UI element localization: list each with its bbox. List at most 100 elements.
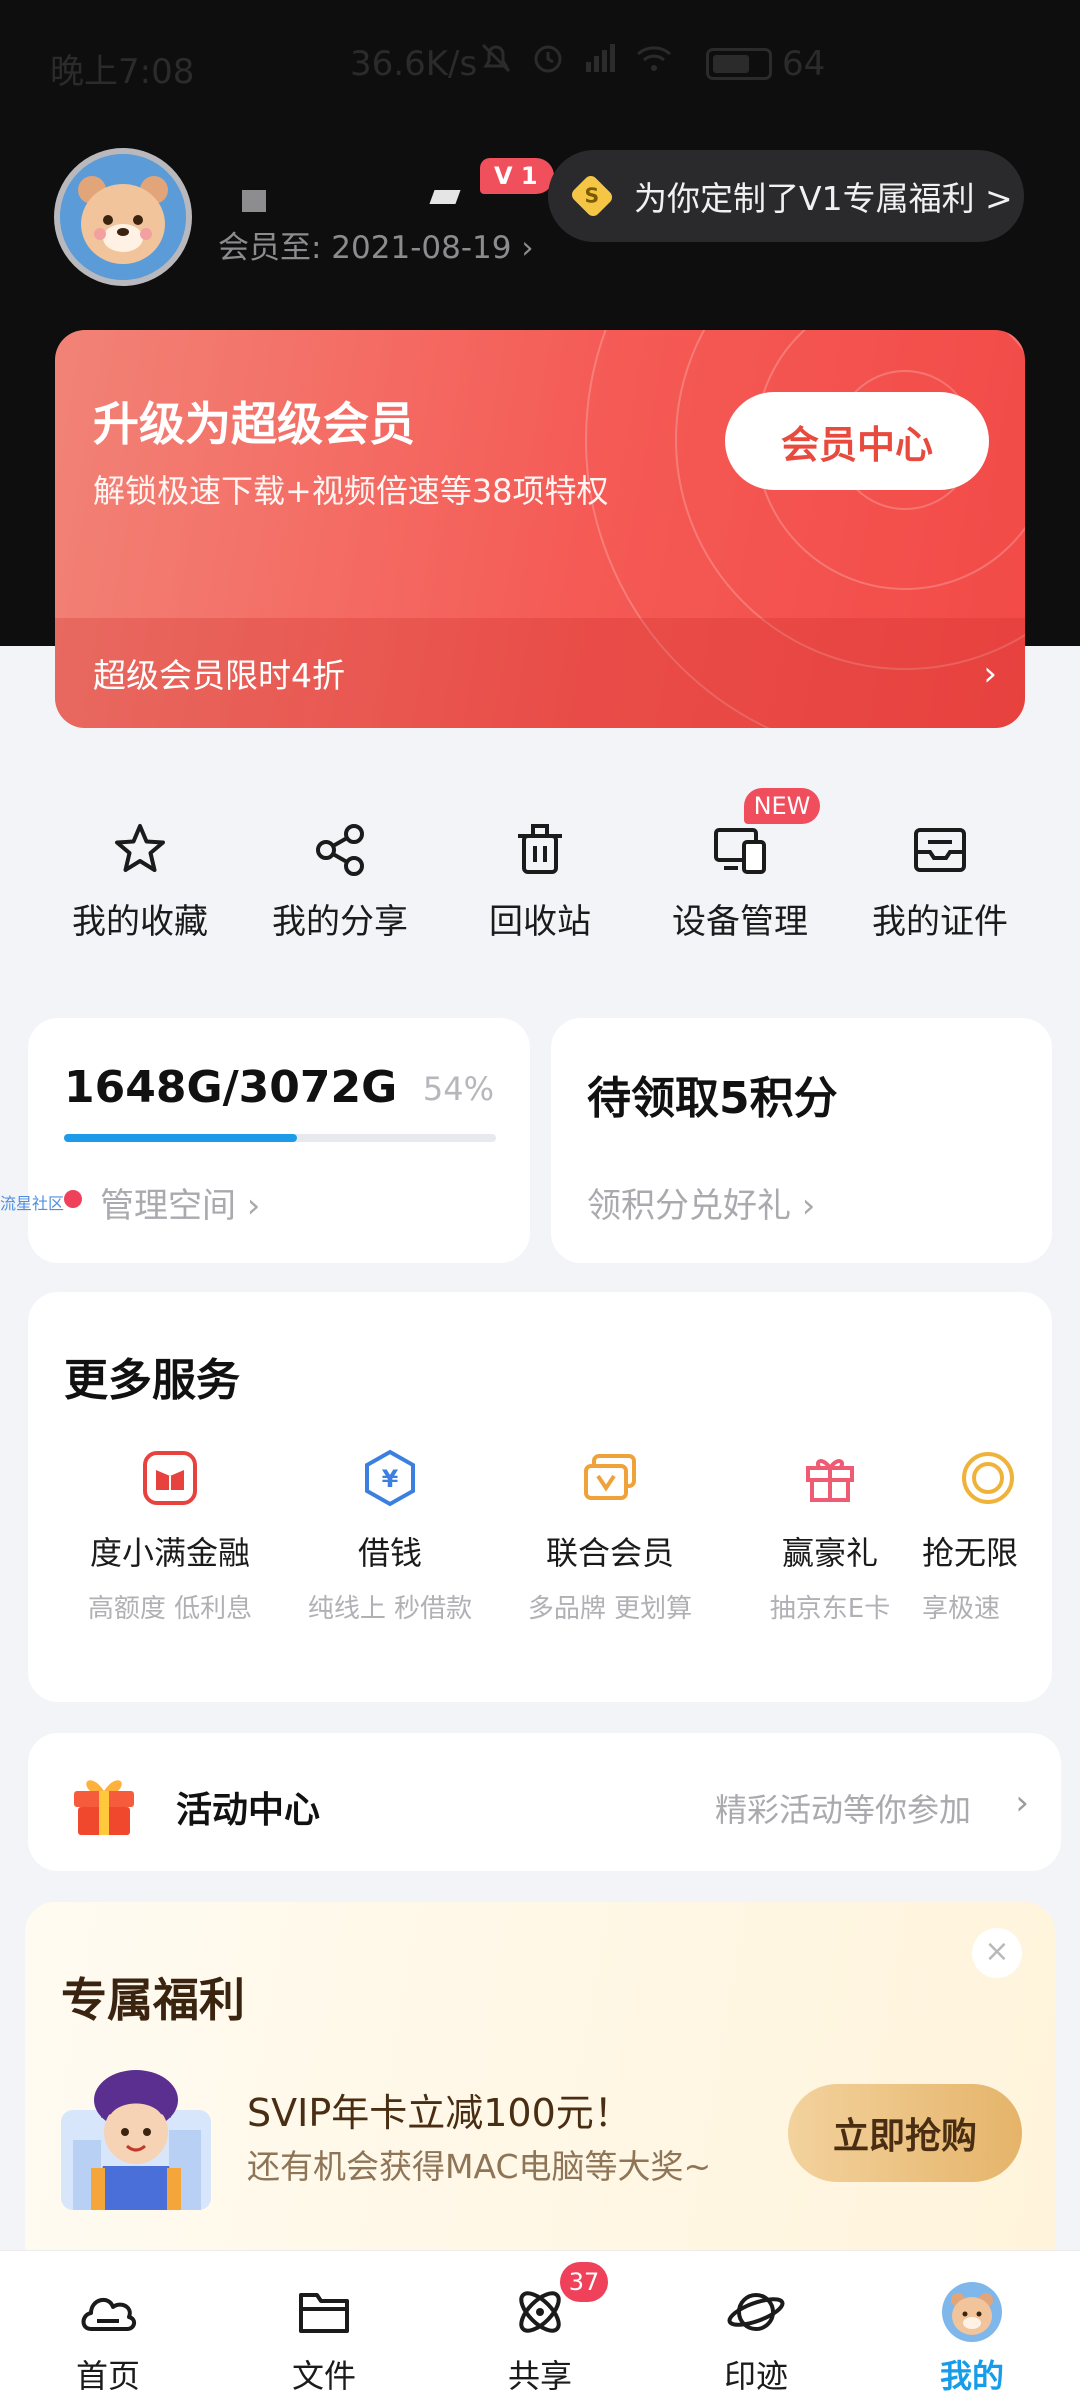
nav-tab-files[interactable]: 文件 bbox=[216, 2251, 432, 2397]
username-redacted-2 bbox=[429, 190, 461, 204]
nav-tab-mine[interactable]: 我的 bbox=[864, 2251, 1080, 2397]
benefit-headline: SVIP年卡立减100元！ bbox=[247, 2091, 632, 2135]
nav-label: 文件 bbox=[291, 2357, 356, 2395]
service-name: 抢无限 bbox=[922, 1534, 1019, 1572]
star-icon bbox=[115, 824, 165, 872]
svg-text:¥: ¥ bbox=[382, 1465, 399, 1493]
yen-hexagon-icon: ¥ bbox=[365, 1449, 415, 1507]
more-services-card: 更多服务 度小满金融 高额度 低利息 ¥ 借钱 纯线上 秒借款 联合会员 多品牌… bbox=[28, 1292, 1052, 1702]
gift-icon bbox=[806, 1459, 854, 1502]
username-redacted bbox=[242, 190, 266, 212]
status-time: 晚上7:08 bbox=[50, 52, 195, 92]
service-item[interactable]: ¥ 借钱 纯线上 秒借款 bbox=[280, 1448, 500, 1625]
vip-discount-bar[interactable]: 超级会员限时4折 › bbox=[55, 618, 1025, 728]
benefit-subline: 还有机会获得MAC电脑等大奖~ bbox=[247, 2147, 712, 2186]
service-desc: 享极速 bbox=[922, 1594, 1001, 1624]
speed-icon bbox=[962, 1452, 1014, 1504]
planet-icon bbox=[727, 2293, 785, 2331]
bottom-navigation: 首页 文件 共享 印迹 我的 bbox=[0, 2250, 1080, 2400]
activity-center-label: 活动中心 bbox=[176, 1790, 321, 1831]
quick-action-label: 设备管理 bbox=[672, 902, 808, 942]
nav-tab-share[interactable]: 共享 bbox=[432, 2251, 648, 2397]
nav-tab-home[interactable]: 首页 bbox=[0, 2251, 216, 2397]
nav-label: 我的 bbox=[939, 2357, 1004, 2395]
more-services-title: 更多服务 bbox=[64, 1355, 240, 1406]
redeem-points-link[interactable]: 领积分兑好礼 › bbox=[587, 1178, 815, 1227]
quick-actions: 我的收藏 我的分享 回收站 设备管理 我的证件 bbox=[0, 800, 1080, 960]
user-avatar[interactable] bbox=[54, 148, 192, 286]
super-vip-banner[interactable]: 升级为超级会员 解锁极速下载+视频倍速等38项特权 会员中心 超级会员限时4折 … bbox=[55, 330, 1025, 728]
quick-action-recycle-bin[interactable]: 回收站 bbox=[440, 800, 640, 943]
coin-icon: S bbox=[569, 173, 615, 219]
service-desc: 高额度 低利息 bbox=[87, 1594, 253, 1624]
quick-action-shares[interactable]: 我的分享 bbox=[240, 800, 440, 943]
service-item[interactable]: 抢无限 享极速 bbox=[906, 1448, 1052, 1625]
status-icons bbox=[478, 40, 674, 85]
quick-action-label: 我的分享 bbox=[272, 902, 408, 942]
nav-label: 共享 bbox=[507, 2357, 572, 2395]
vip-banner-title: 升级为超级会员 bbox=[93, 397, 415, 451]
chevron-right-icon: › bbox=[1015, 1783, 1029, 1823]
quick-action-label: 我的收藏 bbox=[72, 902, 208, 942]
storage-progress-fill bbox=[64, 1134, 298, 1142]
signal-icon bbox=[582, 40, 618, 85]
nav-tab-traces[interactable]: 印迹 bbox=[648, 2251, 864, 2397]
bear-avatar-icon bbox=[942, 2282, 1002, 2342]
nav-label: 印迹 bbox=[723, 2357, 788, 2395]
share-nodes-icon bbox=[316, 824, 364, 876]
quick-action-label: 回收站 bbox=[489, 902, 591, 942]
folder-icon bbox=[299, 2293, 349, 2333]
service-item[interactable]: 联合会员 多品牌 更划算 bbox=[500, 1448, 720, 1625]
storage-progress-bar bbox=[64, 1134, 496, 1142]
quick-action-favorites[interactable]: 我的收藏 bbox=[40, 800, 240, 943]
watermark-text: 流星社区 bbox=[0, 1194, 65, 1213]
service-desc: 纯线上 秒借款 bbox=[307, 1594, 473, 1624]
nav-label: 首页 bbox=[75, 2357, 140, 2395]
points-title: 待领取5积分 bbox=[587, 1073, 838, 1124]
mute-icon bbox=[478, 40, 514, 85]
service-name: 借钱 bbox=[357, 1534, 422, 1572]
custom-benefit-text: 为你定制了V1专属福利 > bbox=[634, 179, 1013, 218]
battery-icon bbox=[706, 48, 772, 80]
wallet-red-icon bbox=[143, 1451, 197, 1505]
member-center-button[interactable]: 会员中心 bbox=[725, 392, 989, 490]
close-icon[interactable]: × bbox=[972, 1928, 1022, 1978]
custom-benefit-pill[interactable]: S 为你定制了V1专属福利 > bbox=[548, 150, 1024, 242]
storage-percent: 54% bbox=[422, 1070, 494, 1108]
alarm-icon bbox=[530, 40, 566, 85]
service-name: 度小满金融 bbox=[89, 1534, 250, 1572]
new-badge: NEW bbox=[744, 788, 820, 824]
status-bar: 晚上7:08 36.6K/s 64 bbox=[0, 0, 1080, 120]
vip-level-badge[interactable]: V 1 bbox=[480, 158, 554, 194]
service-name: 联合会员 bbox=[545, 1534, 674, 1572]
bear-avatar-icon bbox=[60, 154, 186, 280]
trash-icon bbox=[518, 824, 562, 874]
activity-center-row[interactable]: 活动中心 精彩活动等你参加 › bbox=[28, 1733, 1061, 1871]
status-network-speed: 36.6K/s bbox=[350, 44, 478, 84]
vip-banner-subtitle: 解锁极速下载+视频倍速等38项特权 bbox=[93, 472, 609, 510]
battery-percent: 64 bbox=[782, 44, 826, 84]
quick-action-label: 我的证件 bbox=[872, 902, 1008, 942]
activity-center-desc: 精彩活动等你参加 bbox=[714, 1791, 971, 1829]
points-card[interactable]: 待领取5积分 领积分兑好礼 › bbox=[551, 1018, 1052, 1263]
storage-usage-text: 1648G/3072G bbox=[64, 1062, 398, 1113]
buy-now-button[interactable]: 立即抢购 bbox=[788, 2084, 1022, 2182]
storage-card[interactable]: 1648G/3072G 54% 管理空间 › bbox=[28, 1018, 530, 1263]
home-cloud-icon bbox=[81, 2297, 136, 2331]
share-count-badge: 37 bbox=[560, 2262, 608, 2302]
chevron-right-icon: › bbox=[983, 654, 997, 694]
mascot-illustration-icon bbox=[61, 2070, 211, 2210]
gift-box-icon bbox=[74, 1780, 134, 1835]
wifi-icon bbox=[634, 40, 674, 85]
manage-space-link[interactable]: 管理空间 › bbox=[100, 1178, 260, 1227]
service-item[interactable]: 度小满金融 高额度 低利息 bbox=[60, 1448, 280, 1625]
exclusive-benefit-card[interactable]: 专属福利 × SVIP年卡立减100元！ 还有机会获得MAC电脑等大奖~ 立即抢… bbox=[25, 1902, 1055, 2250]
service-desc: 多品牌 更划算 bbox=[527, 1594, 693, 1624]
exclusive-benefit-title: 专属福利 bbox=[61, 1973, 245, 2027]
membership-cards-icon bbox=[584, 1454, 636, 1500]
notification-dot bbox=[64, 1190, 82, 1208]
member-expiry[interactable]: 会员至: 2021-08-19 › bbox=[218, 222, 534, 267]
vip-discount-text: 超级会员限时4折 bbox=[93, 656, 345, 695]
id-card-icon bbox=[914, 828, 966, 872]
quick-action-my-ids[interactable]: 我的证件 bbox=[840, 800, 1040, 943]
